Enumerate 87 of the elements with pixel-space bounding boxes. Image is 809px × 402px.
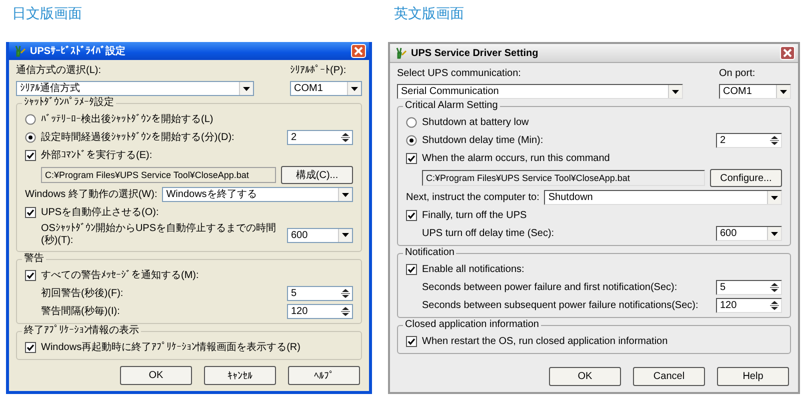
dropdown[interactable]: 600	[287, 228, 353, 242]
option-label: Finally, turn off the UPS	[422, 210, 528, 222]
dropdown[interactable]: Serial Communication	[397, 84, 683, 99]
dialog-button[interactable]: OK	[120, 366, 192, 385]
spin-field[interactable]: 120	[716, 298, 782, 313]
dialog-button[interactable]: Cancel	[633, 367, 705, 386]
group-title: Critical Alarm Setting	[403, 100, 500, 112]
path-field: C:¥Program Files¥UPS Service Tool¥CloseApp.bat	[41, 167, 276, 183]
spin-field[interactable]: 5	[716, 280, 782, 295]
option-label: When restart the OS, run closed application information	[422, 336, 669, 348]
group-title: ｼｬｯﾄﾀﾞｳﾝﾊﾟﾗﾒｰﾀ設定	[22, 97, 116, 109]
configure-button[interactable]: 構成(C)...	[281, 166, 353, 184]
caret-icon	[342, 192, 349, 196]
field-label: On port:	[719, 68, 756, 80]
spinner-icon	[770, 282, 779, 293]
spinner-icon	[341, 132, 350, 143]
option-label: Windows再起動時に終了ｱﾌﾟﾘｹｰｼｮﾝ情報画面を表示する(R)	[41, 342, 302, 354]
caret-icon	[672, 90, 679, 94]
caret-icon	[780, 90, 787, 94]
dropdown[interactable]: COM1	[719, 84, 791, 99]
spinner-icon	[341, 288, 350, 299]
checkbox[interactable]	[25, 270, 36, 281]
option-label: ﾊﾞｯﾃﾘｰﾛｰ検出後ｼｬｯﾄﾀﾞｳﾝを開始する(L)	[41, 114, 214, 126]
option-label: Shutdown delay time (Min):	[422, 134, 544, 146]
option-label: When the alarm occurs, run this command	[422, 152, 611, 164]
dropdown[interactable]: 600	[716, 226, 782, 241]
option-label: Enable all notifications:	[422, 264, 526, 276]
spin-field[interactable]: 120	[287, 304, 353, 319]
checkbox[interactable]	[406, 153, 417, 164]
dialog-button[interactable]: ｷｬﾝｾﾙ	[204, 366, 276, 385]
plug-icon	[14, 45, 26, 57]
field-label: 通信方式の選択(L):	[16, 65, 102, 77]
section-heading: 日文版画面	[12, 4, 82, 22]
spinner-icon	[341, 306, 350, 317]
spin-field[interactable]: 5	[287, 286, 353, 301]
option-label: Shutdown at battery low	[422, 116, 530, 128]
dialog-button[interactable]: OK	[549, 367, 621, 386]
window-title: UPSｻｰﾋﾞｽﾄﾞﾗｲﾊﾞ設定	[30, 44, 127, 58]
spinner-icon	[770, 135, 779, 146]
spinner-icon	[770, 300, 779, 311]
field-label: Seconds between power failure and first notification(Sec):	[422, 282, 678, 294]
dropdown[interactable]: Shutdown	[544, 190, 782, 205]
configure-button[interactable]: Configure...	[710, 169, 782, 187]
field-label: 初回警告(秒後)(F):	[41, 288, 124, 300]
caret-icon	[342, 233, 349, 237]
field-label: UPS turn off delay time (Sec):	[422, 228, 556, 240]
caret-icon	[771, 232, 778, 236]
option-label: 外部ｺﾏﾝﾄﾞを実行する(E):	[41, 150, 154, 162]
path-field: C:¥Program Files¥UPS Service Tool¥CloseApp.bat	[422, 170, 705, 186]
option-label: UPSを自動停止させる(O):	[41, 206, 160, 218]
radio-button[interactable]	[25, 114, 36, 125]
field-label: Windows 終了動作の選択(W):	[25, 188, 158, 200]
field-label: ｼﾘｱﾙﾎﾟｰﾄ(P):	[290, 65, 348, 77]
spin-field[interactable]: 2	[716, 133, 782, 148]
checkbox[interactable]	[25, 150, 36, 161]
dialog-button[interactable]: Help	[717, 367, 789, 386]
field-label: 警告間隔(秒毎)(I):	[41, 306, 121, 318]
radio-button[interactable]	[406, 117, 417, 128]
dialog-button[interactable]: ﾍﾙﾌﾟ	[288, 366, 360, 385]
checkbox[interactable]	[406, 336, 417, 347]
checkbox[interactable]	[406, 264, 417, 275]
caret-icon	[351, 86, 358, 90]
radio-button[interactable]	[25, 132, 36, 143]
section-heading: 英文版画面	[394, 4, 464, 22]
field-label: Select UPS communication:	[397, 68, 522, 80]
field-label: Seconds between subsequent power failure notifications(Sec):	[422, 300, 700, 312]
close-icon[interactable]	[780, 46, 795, 60]
dropdown[interactable]: COM1	[290, 81, 362, 96]
spin-field[interactable]: 2	[287, 130, 353, 145]
dropdown[interactable]: ｼﾘｱﾙ通信方式	[16, 81, 254, 96]
group-title: 警告	[22, 253, 46, 265]
group-title: Closed application information	[403, 319, 541, 331]
checkbox[interactable]	[406, 210, 417, 221]
close-icon[interactable]	[351, 44, 366, 58]
field-label: OSｼｬｯﾄﾀﾞｳﾝ開始からUPSを自動停止するまでの時間(秒)(T):	[41, 223, 278, 247]
group-title: 終了ｱﾌﾟﾘｹｰｼｮﾝ情報の表示	[22, 325, 141, 337]
dropdown[interactable]: Windowsを終了する	[162, 187, 353, 202]
radio-button[interactable]	[406, 135, 417, 146]
window-title: UPS Service Driver Setting	[411, 48, 540, 58]
field-label: Next, instruct the computer to:	[406, 192, 540, 204]
caret-icon	[771, 196, 778, 200]
checkbox[interactable]	[25, 207, 36, 218]
checkbox[interactable]	[25, 342, 36, 353]
caret-icon	[243, 86, 250, 90]
plug-icon	[395, 47, 407, 59]
option-label: すべての警告ﾒｯｾｰｼﾞを通知する(M):	[41, 270, 200, 282]
option-label: 設定時間経過後ｼｬｯﾄﾀﾞｳﾝを開始する(分)(D):	[41, 132, 236, 144]
